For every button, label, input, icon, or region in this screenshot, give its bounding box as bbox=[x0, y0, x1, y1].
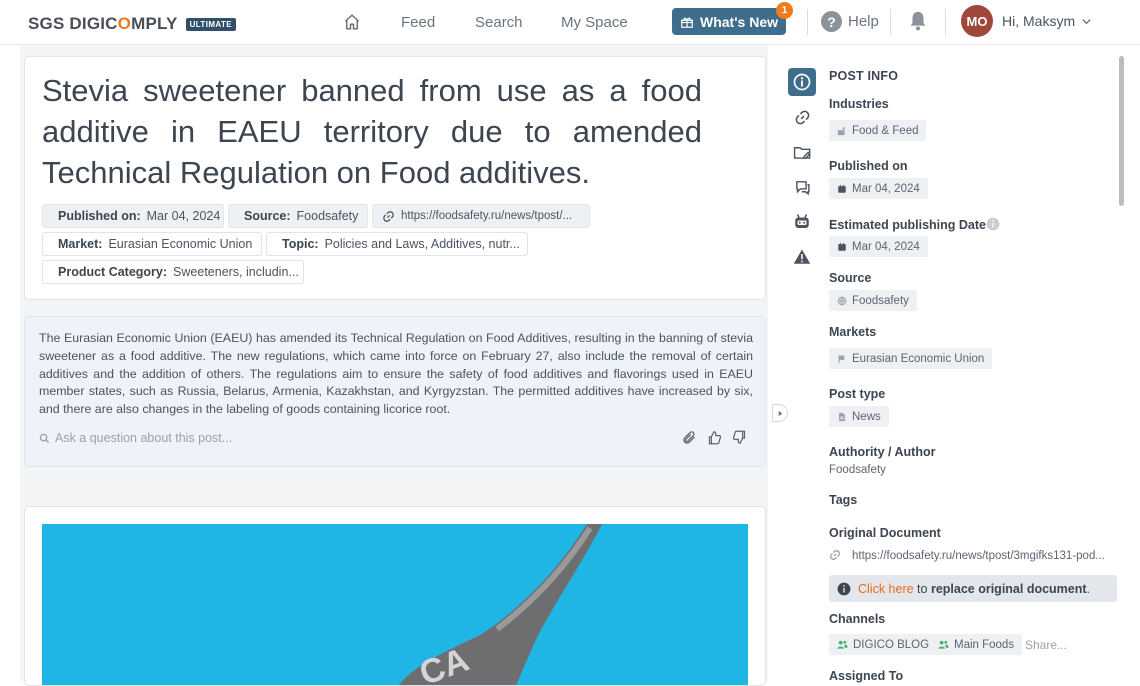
ask-placeholder: Ask a question about this post... bbox=[55, 431, 233, 445]
authority-label: Authority / Author bbox=[829, 445, 936, 459]
whats-new-label: What's New bbox=[699, 13, 778, 30]
users-icon bbox=[938, 640, 949, 649]
link-icon bbox=[383, 210, 394, 222]
click-here-link[interactable]: Click here bbox=[858, 582, 914, 596]
calendar-icon bbox=[838, 242, 846, 251]
source-chip[interactable]: Source: Foodsafety bbox=[228, 204, 368, 228]
tab-comments[interactable] bbox=[788, 173, 816, 201]
scrollbar[interactable] bbox=[1119, 56, 1124, 206]
tab-alerts[interactable] bbox=[788, 243, 816, 271]
gift-icon bbox=[681, 17, 693, 28]
link-icon bbox=[795, 110, 809, 124]
markets-label: Markets bbox=[829, 325, 877, 339]
bell-icon[interactable] bbox=[907, 10, 929, 32]
calendar-icon bbox=[838, 184, 846, 193]
app-logo[interactable]: SGS DIGICOMPLY ULTIMATE bbox=[28, 14, 237, 34]
post-type-chip: News bbox=[829, 406, 889, 427]
article-image: CA bbox=[42, 524, 748, 685]
topic-chip[interactable]: Topic: Policies and Laws, Additives, nutr… bbox=[266, 232, 528, 256]
whats-new-button[interactable]: What's New bbox=[672, 8, 786, 35]
product-category-chip[interactable]: Product Category: Sweeteners, includin... bbox=[42, 260, 304, 284]
published-on-label: Published on bbox=[829, 159, 908, 173]
divider bbox=[807, 9, 808, 35]
info-icon bbox=[793, 73, 811, 91]
avatar[interactable]: MO bbox=[961, 5, 993, 37]
published-date-chip: Mar 04, 2024 bbox=[829, 178, 928, 199]
tab-folders[interactable] bbox=[788, 138, 816, 166]
document-icon bbox=[839, 412, 845, 421]
estimated-date-chip: Mar 04, 2024 bbox=[829, 236, 928, 257]
collapse-panel-toggle[interactable] bbox=[772, 404, 788, 422]
industries-label: Industries bbox=[829, 97, 889, 111]
info-icon bbox=[837, 582, 851, 595]
help-button[interactable]: ? Help bbox=[821, 11, 879, 32]
replace-document-notice: Click here to replace original document. bbox=[829, 575, 1117, 602]
users-icon bbox=[837, 640, 848, 649]
robot-icon bbox=[795, 214, 809, 228]
greeting-label: Hi, Maksym bbox=[1002, 13, 1076, 29]
globe-icon bbox=[837, 296, 847, 306]
logo-text: SGS DIGICOMPLY bbox=[28, 14, 178, 33]
share-button[interactable]: Share... bbox=[1025, 638, 1067, 652]
help-label: Help bbox=[848, 13, 879, 30]
nav-search[interactable]: Search bbox=[475, 14, 523, 31]
article-image-card: CA bbox=[24, 506, 766, 686]
paperclip-icon[interactable] bbox=[682, 430, 697, 445]
tab-post-info[interactable] bbox=[788, 68, 816, 96]
market-chip[interactable]: Eurasian Economic Union bbox=[829, 348, 993, 369]
post-info-heading: POST INFO bbox=[829, 69, 899, 83]
warning-icon bbox=[793, 249, 811, 264]
channel-chip[interactable]: Main Foods bbox=[930, 634, 1023, 655]
chevron-right-icon bbox=[778, 410, 782, 416]
search-icon bbox=[39, 433, 50, 443]
flag-icon bbox=[838, 354, 845, 363]
thumbs-up-icon[interactable] bbox=[707, 430, 722, 445]
chevron-down-icon bbox=[1082, 18, 1091, 24]
post-type-label: Post type bbox=[829, 387, 886, 401]
divider bbox=[945, 9, 946, 35]
tab-bot[interactable] bbox=[788, 208, 816, 236]
plan-badge: ULTIMATE bbox=[185, 17, 237, 31]
url-chip[interactable]: https://foodsafety.ru/news/tpost/... bbox=[372, 204, 590, 228]
link-icon bbox=[830, 550, 840, 560]
comments-icon bbox=[795, 180, 810, 195]
ai-summary-card: The Eurasian Economic Union (EAEU) has a… bbox=[24, 316, 766, 467]
source-chip[interactable]: Foodsafety bbox=[829, 290, 917, 311]
market-chip[interactable]: Market: Eurasian Economic Union bbox=[42, 232, 262, 256]
industry-chip[interactable]: Food & Feed bbox=[829, 120, 927, 141]
folder-edit-icon bbox=[793, 146, 811, 159]
original-document-label: Original Document bbox=[829, 526, 941, 540]
source-label: Source bbox=[829, 271, 872, 285]
replace-document-text: Click here to replace original document. bbox=[858, 581, 1091, 596]
thumbs-down-icon[interactable] bbox=[732, 430, 747, 445]
whats-new-count-badge: 1 bbox=[776, 2, 793, 19]
authority-value: Foodsafety bbox=[829, 464, 886, 476]
estimated-date-label: Estimated publishing Date bbox=[829, 218, 986, 232]
ask-question-input[interactable]: Ask a question about this post... bbox=[39, 431, 232, 445]
nav-feed[interactable]: Feed bbox=[401, 14, 435, 31]
question-icon: ? bbox=[821, 11, 842, 32]
info-icon[interactable] bbox=[986, 217, 1000, 231]
home-icon[interactable] bbox=[343, 13, 361, 31]
divider bbox=[890, 9, 891, 35]
user-menu[interactable]: Hi, Maksym bbox=[1002, 13, 1092, 29]
published-chip: Published on: Mar 04, 2024 bbox=[42, 204, 224, 228]
summary-text: The Eurasian Economic Union (EAEU) has a… bbox=[39, 331, 753, 417]
tab-links[interactable] bbox=[788, 103, 816, 131]
article-title: Stevia sweetener banned from use as a fo… bbox=[42, 73, 702, 190]
channels-label: Channels bbox=[829, 612, 886, 626]
channel-chip[interactable]: DIGICO BLOG bbox=[829, 634, 938, 655]
top-navigation-bar: SGS DIGICOMPLY ULTIMATE Feed Search My S… bbox=[0, 0, 1140, 45]
factory-icon bbox=[837, 126, 845, 135]
spoon-illustration: CA bbox=[398, 524, 602, 685]
original-document-link[interactable]: https://foodsafety.ru/news/tpost/3mgifks… bbox=[852, 550, 1105, 562]
tags-label: Tags bbox=[829, 493, 858, 507]
panel-icon-rail bbox=[788, 68, 816, 278]
nav-my-space[interactable]: My Space bbox=[561, 14, 628, 31]
